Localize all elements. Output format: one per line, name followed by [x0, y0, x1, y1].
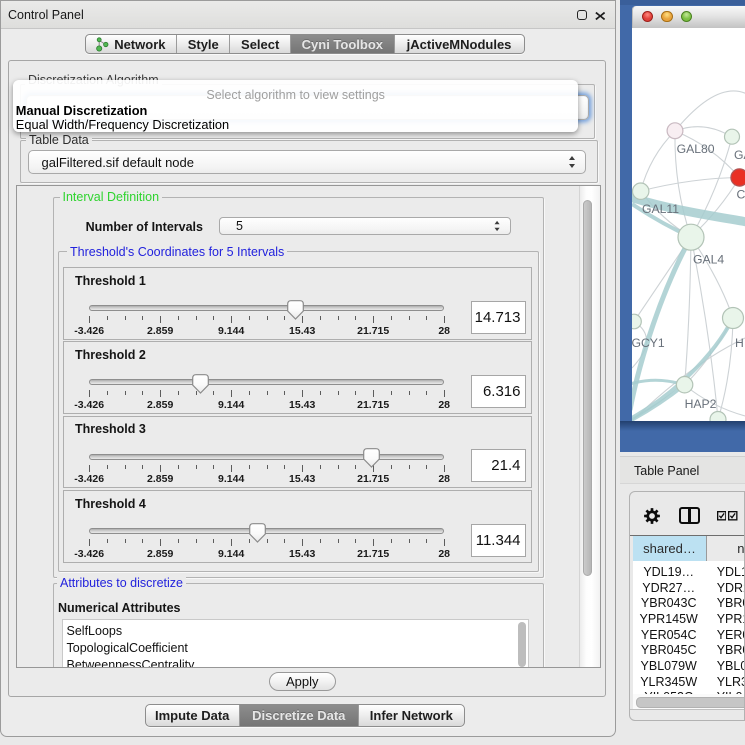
svg-text:GAL11: GAL11: [642, 202, 679, 216]
svg-text:GAL4: GAL4: [693, 252, 724, 266]
svg-text:H: H: [735, 336, 744, 350]
svg-text:GAL80: GAL80: [677, 142, 715, 156]
svg-text:GA: GA: [734, 148, 745, 162]
svg-text:HAP2: HAP2: [685, 397, 717, 411]
svg-text:GCY1: GCY1: [632, 336, 665, 350]
svg-text:C: C: [737, 187, 745, 201]
